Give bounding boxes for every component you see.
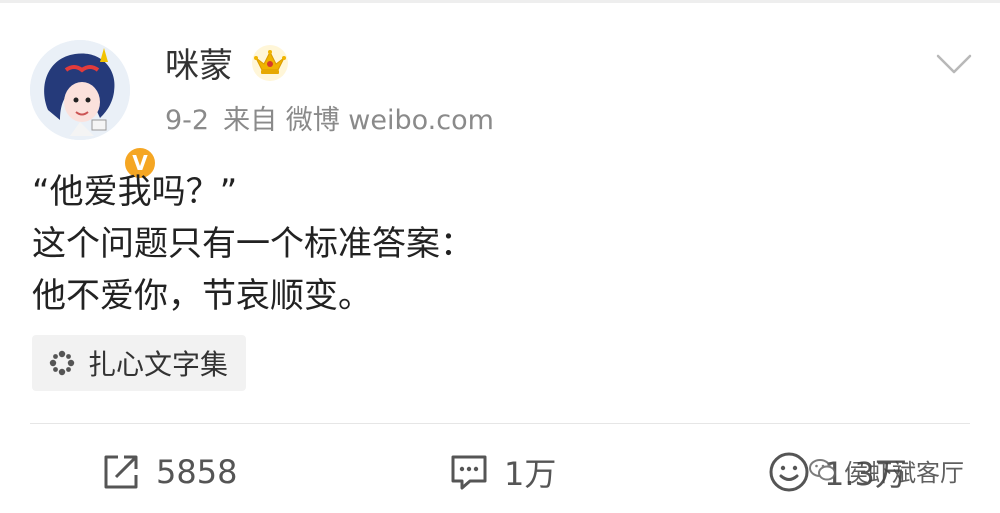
comment-button[interactable]: 1万 <box>448 447 556 497</box>
avatar[interactable] <box>30 40 130 140</box>
super-topic-icon <box>49 350 75 376</box>
comment-count: 1万 <box>504 455 557 493</box>
post-line-3: 他不爱你，节哀顺变。 <box>32 276 372 316</box>
topic-label: 扎心文字集 <box>88 348 229 381</box>
avatar-illustration <box>30 40 130 140</box>
crown-icon[interactable] <box>250 44 290 82</box>
wechat-icon <box>809 459 836 481</box>
author-name[interactable]: 咪蒙 <box>165 46 233 86</box>
wechat-watermark: 侯虾斌客厅 <box>808 450 964 490</box>
top-separator <box>0 0 1000 3</box>
like-icon <box>769 452 809 492</box>
post-meta: 9-2 来自 微博 weibo.com <box>165 104 508 138</box>
post-line-2: 这个问题只有一个标准答案： <box>32 224 474 264</box>
post-date: 9-2 <box>165 105 210 136</box>
repost-count: 5858 <box>156 453 238 491</box>
chevron-down-icon[interactable] <box>934 50 974 78</box>
topic-tag[interactable]: 扎心文字集 <box>32 335 247 391</box>
repost-icon <box>104 455 138 489</box>
post-line-1: “他爱我吗？” <box>32 172 238 212</box>
repost-button[interactable]: 5858 <box>100 447 237 497</box>
post-text: “他爱我吗？” 这个问题只有一个标准答案： 他不爱你，节哀顺变。 <box>32 166 474 322</box>
author-avatar[interactable]: V <box>30 40 158 181</box>
action-divider <box>30 423 970 424</box>
post-source[interactable]: 来自 微博 weibo.com <box>223 105 494 136</box>
comment-icon <box>451 455 487 490</box>
watermark-text: 侯虾斌客厅 <box>844 458 964 487</box>
